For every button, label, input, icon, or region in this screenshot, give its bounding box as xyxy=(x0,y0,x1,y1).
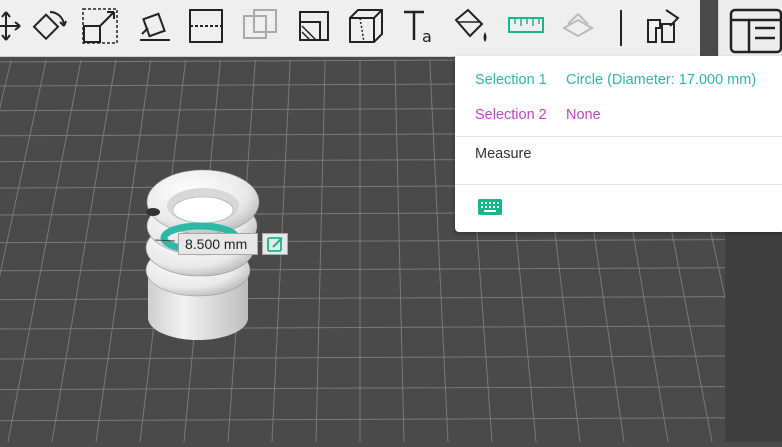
scale-tool-button[interactable] xyxy=(80,6,120,46)
selection-2-value: None xyxy=(566,107,601,123)
selection-2-label: Selection 2 xyxy=(475,107,547,123)
seam-paint-button[interactable] xyxy=(346,6,386,46)
boolean-icon xyxy=(243,9,277,39)
selection-1-label: Selection 1 xyxy=(475,72,547,88)
layout-icon xyxy=(729,8,782,54)
cut-tool-button[interactable] xyxy=(186,6,226,46)
arrange-tool-button[interactable] xyxy=(644,6,684,46)
svg-text:a: a xyxy=(422,27,432,46)
measure-icon xyxy=(508,17,544,33)
grid-line xyxy=(0,296,731,301)
assembly-tool-button[interactable] xyxy=(558,6,598,46)
place-on-face-icon xyxy=(140,12,170,41)
move-icon xyxy=(0,11,21,41)
color-paint-icon xyxy=(454,8,487,42)
text-tool-button[interactable]: a xyxy=(400,6,440,46)
grid-line xyxy=(0,267,731,272)
support-paint-icon xyxy=(299,11,329,41)
seam-paint-icon xyxy=(349,9,383,43)
grid-line xyxy=(0,59,47,277)
selection-1-value: Circle (Diameter: 17.000 mm) xyxy=(566,72,757,88)
scale-icon xyxy=(82,8,118,44)
cut-icon xyxy=(189,9,223,43)
edit-dimension-button[interactable] xyxy=(262,233,288,255)
rotate-icon xyxy=(32,11,67,41)
rotate-tool-button[interactable] xyxy=(28,6,68,46)
grid-line xyxy=(0,59,12,110)
boolean-tool-button[interactable] xyxy=(240,6,280,46)
panel-divider xyxy=(455,184,782,185)
grid-line xyxy=(7,59,82,443)
grid-line xyxy=(51,59,117,443)
grid-line xyxy=(0,355,731,360)
measure-title: Measure xyxy=(475,146,532,162)
grid-line xyxy=(315,59,326,443)
assembly-icon xyxy=(561,12,595,38)
sidebar-layout-button[interactable] xyxy=(718,0,782,60)
selection-2-row[interactable]: Selection 2 None xyxy=(475,105,601,125)
grid-line xyxy=(0,386,731,391)
selection-1-row[interactable]: Selection 1 Circle (Diameter: 17.000 mm) xyxy=(475,70,756,90)
panel-divider xyxy=(455,136,782,137)
keyboard-icon[interactable] xyxy=(477,198,503,216)
text-icon: a xyxy=(404,10,432,46)
arrange-icon xyxy=(647,9,680,43)
grid-line xyxy=(0,239,731,244)
measure-tool-button[interactable] xyxy=(506,6,546,46)
grid-line xyxy=(429,59,449,443)
spring-model[interactable] xyxy=(145,169,260,340)
color-paint-button[interactable] xyxy=(452,6,492,46)
dimension-label: 8.500 mm xyxy=(178,233,258,255)
measure-panel: Selection 1 Circle (Diameter: 17.000 mm) … xyxy=(455,56,782,232)
place-on-face-button[interactable] xyxy=(134,6,174,46)
grid-line xyxy=(0,325,731,330)
edit-icon xyxy=(267,237,283,252)
support-paint-button[interactable] xyxy=(294,6,334,46)
move-tool-button[interactable] xyxy=(0,6,26,46)
grid-line xyxy=(394,59,405,443)
top-toolbar: a xyxy=(0,0,700,57)
grid-line xyxy=(95,59,152,443)
toolbar-separator xyxy=(620,10,622,46)
